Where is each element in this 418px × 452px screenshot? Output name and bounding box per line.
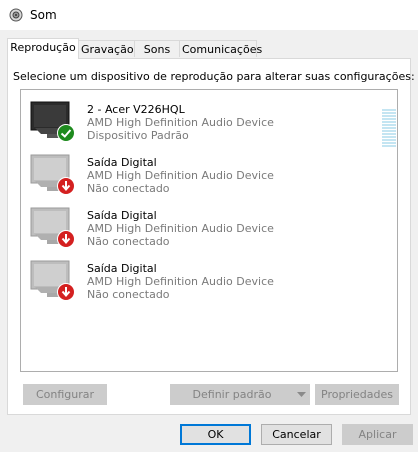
set-default-dropdown[interactable] — [293, 384, 310, 405]
tab-sons[interactable]: Sons — [134, 40, 180, 57]
configure-button[interactable]: Configurar — [23, 384, 107, 405]
device-item[interactable]: Saída Digital AMD High Definition Audio … — [29, 204, 389, 254]
down-arrow-icon — [57, 283, 75, 301]
device-list[interactable]: 2 - Acer V226HQL AMD High Definition Aud… — [20, 89, 398, 372]
device-name: Saída Digital — [87, 209, 157, 222]
device-item[interactable]: 2 - Acer V226HQL AMD High Definition Aud… — [29, 98, 396, 148]
device-status: Não conectado — [87, 182, 170, 195]
properties-button[interactable]: Propriedades — [315, 384, 399, 405]
speaker-icon — [9, 7, 25, 23]
device-status: Não conectado — [87, 235, 170, 248]
device-status: Não conectado — [87, 288, 170, 301]
device-item[interactable]: Saída Digital AMD High Definition Audio … — [29, 151, 389, 201]
device-name: 2 - Acer V226HQL — [87, 103, 185, 116]
ok-button[interactable]: OK — [180, 424, 251, 445]
device-description: AMD High Definition Audio Device — [87, 169, 274, 182]
down-arrow-icon — [57, 177, 75, 195]
chevron-down-icon — [297, 392, 306, 397]
device-description: AMD High Definition Audio Device — [87, 222, 274, 235]
apply-button[interactable]: Aplicar — [342, 424, 413, 445]
window-title: Som — [30, 8, 57, 22]
tab-gravacao[interactable]: Gravação — [78, 40, 135, 57]
device-description: AMD High Definition Audio Device — [87, 275, 274, 288]
device-name: Saída Digital — [87, 156, 157, 169]
tab-comunicacoes[interactable]: Comunicações — [179, 40, 262, 57]
set-default-button[interactable]: Definir padrão — [170, 384, 294, 405]
check-icon — [57, 124, 75, 142]
device-status: Dispositivo Padrão — [87, 129, 189, 142]
cancel-button[interactable]: Cancelar — [261, 424, 332, 445]
down-arrow-icon — [57, 230, 75, 248]
instruction-text: Selecione um dispositivo de reprodução p… — [13, 70, 415, 83]
device-name: Saída Digital — [87, 262, 157, 275]
tab-reproducao[interactable]: Reprodução — [7, 38, 79, 59]
title-bar: Som — [0, 0, 418, 30]
device-description: AMD High Definition Audio Device — [87, 116, 274, 129]
volume-meter — [382, 109, 396, 148]
device-item[interactable]: Saída Digital AMD High Definition Audio … — [29, 257, 389, 307]
